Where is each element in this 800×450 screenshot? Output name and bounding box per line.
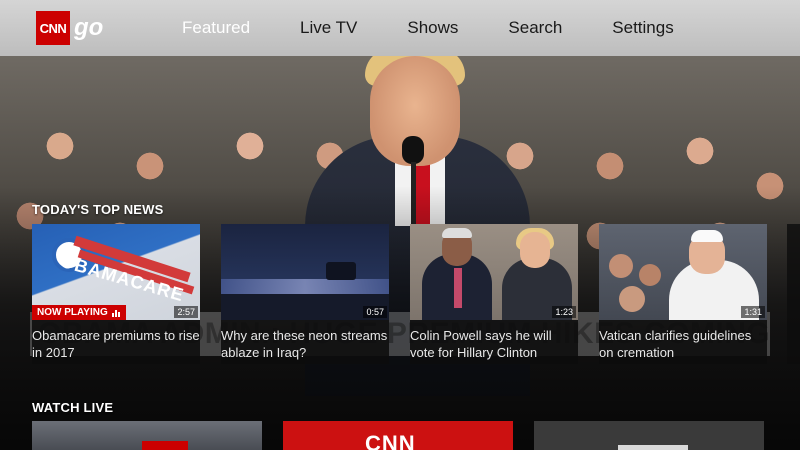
cnn-go-logo[interactable]: CNN go	[36, 11, 103, 45]
nav-settings[interactable]: Settings	[612, 18, 673, 38]
news-card-vatican[interactable]: 1:31 Vatican clarifies guidelines on cre…	[599, 224, 767, 364]
cnn-logo-icon: CNN	[365, 431, 416, 450]
news-card-colin-powell[interactable]: 1:23 Colin Powell says he will vote for …	[410, 224, 578, 364]
live-channel-tile-2[interactable]: CNN	[283, 421, 513, 450]
section-title-watch-live: WATCH LIVE	[32, 400, 114, 415]
news-card-iraq[interactable]: 0:57 Why are these neon streams ablaze i…	[221, 224, 389, 364]
pope-icon: 1:31	[599, 224, 767, 320]
nav-shows[interactable]: Shows	[407, 18, 458, 38]
video-duration: 2:57	[174, 306, 198, 318]
news-card-obamacare[interactable]: OBAMACARE NOW PLAYING 2:57 Obamacare pre…	[32, 224, 200, 364]
two-people-icon: 1:23	[410, 224, 578, 320]
cnn-logo-icon: CNN	[36, 11, 70, 45]
news-card-title: Why are these neon streams ablaze in Ira…	[221, 328, 388, 360]
live-channel-tile-1[interactable]	[32, 421, 262, 450]
now-playing-label: NOW PLAYING	[37, 307, 108, 318]
logo-go-text: go	[74, 14, 104, 41]
top-news-row: OBAMACARE NOW PLAYING 2:57 Obamacare pre…	[32, 224, 788, 364]
next-card-peek[interactable]	[787, 224, 800, 364]
video-duration: 1:31	[741, 306, 765, 318]
section-title-top-news: TODAY'S TOP NEWS	[32, 202, 164, 217]
channel-logo-icon	[142, 441, 188, 450]
nav-search[interactable]: Search	[508, 18, 562, 38]
main-nav: Featured Live TV Shows Search Settings	[182, 0, 724, 56]
video-duration: 0:57	[363, 306, 387, 318]
video-duration: 1:23	[552, 306, 576, 318]
news-card-title: Colin Powell says he will vote for Hilla…	[410, 328, 552, 360]
top-navigation-bar: CNN go Featured Live TV Shows Search Set…	[0, 0, 800, 56]
channel-logo-icon	[618, 445, 688, 450]
nav-live-tv[interactable]: Live TV	[300, 18, 357, 38]
obamacare-logo-icon: OBAMACARE NOW PLAYING 2:57	[32, 224, 200, 320]
live-channel-tile-3[interactable]	[534, 421, 764, 450]
equalizer-icon	[111, 309, 121, 317]
watch-live-row: CNN	[32, 421, 785, 450]
news-card-title: Vatican clarifies guidelines on crematio…	[599, 328, 752, 360]
news-card-title: Obamacare premiums to rise in 2017	[32, 328, 200, 360]
nav-featured[interactable]: Featured	[182, 18, 250, 38]
now-playing-badge: NOW PLAYING	[32, 305, 126, 320]
night-scene-icon: 0:57	[221, 224, 389, 320]
